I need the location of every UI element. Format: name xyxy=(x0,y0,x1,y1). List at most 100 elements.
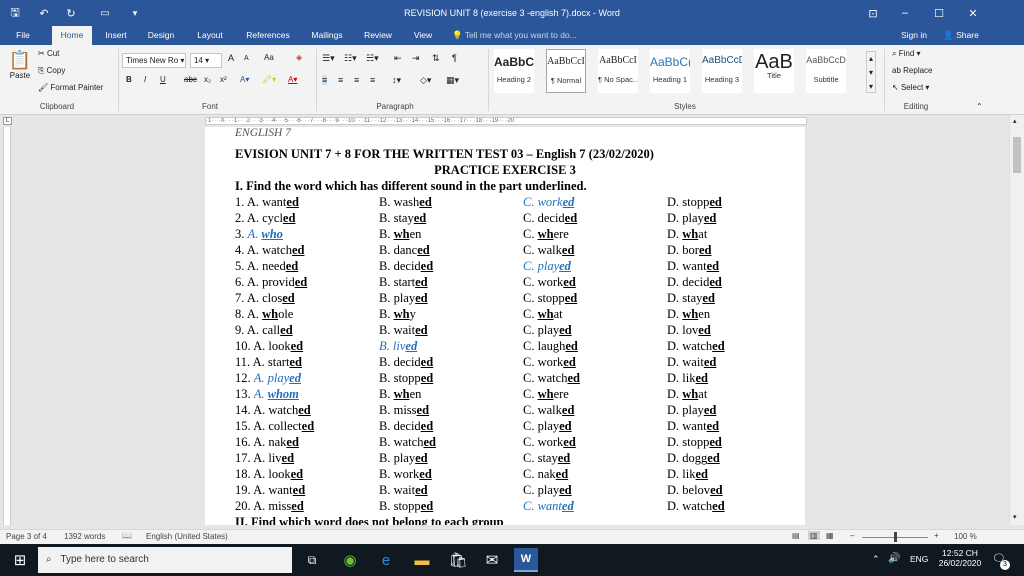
font-name-select[interactable]: Times New Ro ▾ xyxy=(122,53,186,68)
scroll-up-icon[interactable]: ▴ xyxy=(1013,117,1017,125)
style-heading-3[interactable]: AaBbCcD Heading 3 xyxy=(702,49,742,93)
font-color-icon[interactable]: A▾ xyxy=(288,75,297,84)
zoom-out-icon[interactable]: – xyxy=(850,531,854,540)
clear-formatting-icon[interactable]: ◈ xyxy=(296,53,302,62)
option-b: B. decided xyxy=(379,259,433,274)
taskbar-search-box[interactable]: ⌕ Type here to search xyxy=(38,547,292,573)
read-mode-icon[interactable]: ▤ xyxy=(792,531,800,540)
justify-icon[interactable]: ≡ xyxy=(370,75,375,85)
align-left-icon[interactable]: ≡ xyxy=(322,75,328,85)
tab-design[interactable]: Design xyxy=(142,26,180,45)
word-stem: play xyxy=(393,291,416,305)
task-view-icon[interactable]: ⧉ xyxy=(300,548,324,572)
numbering-icon[interactable]: ☷▾ xyxy=(344,53,357,64)
document-page[interactable]: ENGLISH 7 EVISION UNIT 7 + 8 FOR THE WRI… xyxy=(205,127,805,525)
zoom-slider-thumb[interactable] xyxy=(894,532,897,542)
sign-in-link[interactable]: Sign in xyxy=(896,26,932,45)
clock[interactable]: 12:52 CH 26/02/2020 xyxy=(938,548,982,568)
zoom-in-icon[interactable]: + xyxy=(934,531,939,540)
option-d: D. played xyxy=(667,403,716,418)
minimize-button[interactable]: – xyxy=(888,0,922,26)
close-button[interactable]: ✕ xyxy=(956,0,990,26)
grow-font-button[interactable]: A xyxy=(228,53,234,63)
input-language[interactable]: ENG xyxy=(910,554,928,564)
proofing-icon[interactable]: 📖 xyxy=(122,531,132,540)
decrease-indent-icon[interactable]: ⇤ xyxy=(394,53,402,64)
tray-chevron-icon[interactable]: ⌃ xyxy=(872,554,880,565)
text-effects-icon[interactable]: A▾ xyxy=(240,75,249,84)
web-layout-icon[interactable]: ▦ xyxy=(826,531,834,540)
tell-me-box[interactable]: 💡 Tell me what you want to do... xyxy=(452,26,592,45)
collapse-ribbon-icon[interactable]: ⌃ xyxy=(976,102,983,111)
select-button[interactable]: ↖ Select ▾ xyxy=(892,83,929,92)
option-letter: B. xyxy=(379,195,394,209)
tab-layout[interactable]: Layout xyxy=(190,26,230,45)
bullets-icon[interactable]: ☰▾ xyxy=(322,53,335,64)
ribbon-display-options-icon[interactable]: ⊡ xyxy=(856,0,890,26)
shading-icon[interactable]: ◇▾ xyxy=(420,75,431,86)
vertical-ruler[interactable] xyxy=(0,127,13,525)
align-right-icon[interactable]: ≡ xyxy=(354,75,359,85)
styles-scroll-icon[interactable]: ▴ ▾ ▾ xyxy=(866,51,876,93)
store-icon[interactable]: 🛍 xyxy=(446,548,470,572)
highlighter-icon[interactable]: 🖍▾ xyxy=(262,75,276,84)
browser-app-icon[interactable]: ◉ xyxy=(338,548,362,572)
page-count[interactable]: Page 3 of 4 xyxy=(6,532,47,541)
scrollbar-thumb[interactable] xyxy=(1013,137,1021,173)
zoom-level[interactable]: 100 % xyxy=(954,532,977,541)
tab-references[interactable]: References xyxy=(240,26,296,45)
divider xyxy=(884,49,885,111)
sort-icon[interactable]: ⇅ xyxy=(432,53,440,64)
strikethrough-button[interactable]: abc xyxy=(184,75,197,84)
italic-button[interactable]: I xyxy=(144,75,146,84)
tab-insert[interactable]: Insert xyxy=(98,26,134,45)
file-explorer-icon[interactable]: ▬ xyxy=(410,548,434,572)
paste-button[interactable]: 📋 Paste xyxy=(8,49,32,89)
style-subtitle[interactable]: AaBbCcD Subtitle xyxy=(806,49,846,93)
mail-icon[interactable]: ✉ xyxy=(480,548,504,572)
style-title[interactable]: AaB Title xyxy=(754,49,794,93)
style-no-spacing[interactable]: AaBbCcI ¶ No Spac... xyxy=(598,49,638,93)
multilevel-list-icon[interactable]: ☵▾ xyxy=(366,53,379,64)
option-letter: B. xyxy=(379,227,394,241)
scroll-down-icon[interactable]: ▾ xyxy=(1013,513,1017,521)
replace-button[interactable]: ab Replace xyxy=(892,66,933,75)
share-button[interactable]: 👤 Share xyxy=(938,26,984,45)
print-layout-icon[interactable]: ▥ xyxy=(808,531,820,540)
tab-selector-icon[interactable]: L xyxy=(3,117,12,125)
font-size-select[interactable]: 14 ▾ xyxy=(190,53,222,68)
word-count[interactable]: 1392 words xyxy=(64,532,105,541)
tab-file[interactable]: File xyxy=(6,26,40,45)
style-heading-2[interactable]: AaBbC Heading 2 xyxy=(494,49,534,93)
superscript-button[interactable]: x² xyxy=(220,75,227,84)
language-indicator[interactable]: English (United States) xyxy=(146,532,228,541)
copy-button[interactable]: ⎘ Copy xyxy=(38,66,65,76)
format-painter-button[interactable]: 🖌 Format Painter xyxy=(38,83,103,92)
maximize-button[interactable]: ☐ xyxy=(922,0,956,26)
underline-button[interactable]: U xyxy=(160,75,166,84)
bold-button[interactable]: B xyxy=(126,75,132,84)
find-button[interactable]: ⌕ Find ▾ xyxy=(892,49,921,59)
volume-icon[interactable]: 🔊 xyxy=(888,553,900,564)
edge-icon[interactable]: e xyxy=(374,548,398,572)
align-center-icon[interactable]: ≡ xyxy=(338,75,343,85)
tab-view[interactable]: View xyxy=(406,26,440,45)
style-normal[interactable]: AaBbCcI ¶ Normal xyxy=(546,49,586,93)
tab-home[interactable]: Home xyxy=(52,26,92,45)
style-heading-1[interactable]: AaBbC( Heading 1 xyxy=(650,49,690,93)
tab-review[interactable]: Review xyxy=(358,26,398,45)
cut-button[interactable]: ✂ Cut xyxy=(38,49,59,58)
tab-mailings[interactable]: Mailings xyxy=(304,26,350,45)
subscript-button[interactable]: x₂ xyxy=(204,75,211,84)
change-case-button[interactable]: Aa xyxy=(264,53,274,62)
word-taskbar-icon[interactable]: W xyxy=(514,548,538,572)
shrink-font-button[interactable]: A xyxy=(244,55,249,62)
show-marks-icon[interactable]: ¶ xyxy=(452,53,457,63)
increase-indent-icon[interactable]: ⇥ xyxy=(412,53,420,64)
horizontal-ruler[interactable]: L ·1· · ·X· · ·1· · ·2· · ·3· · ·4· · ·5… xyxy=(0,115,1024,127)
windows-start-icon[interactable]: ⊞ xyxy=(8,548,32,572)
line-spacing-icon[interactable]: ↕▾ xyxy=(392,75,401,86)
vertical-scrollbar[interactable]: ▴ ▾ xyxy=(1009,115,1024,525)
borders-icon[interactable]: ▦▾ xyxy=(446,75,459,86)
underlined-part: ed xyxy=(695,371,708,385)
